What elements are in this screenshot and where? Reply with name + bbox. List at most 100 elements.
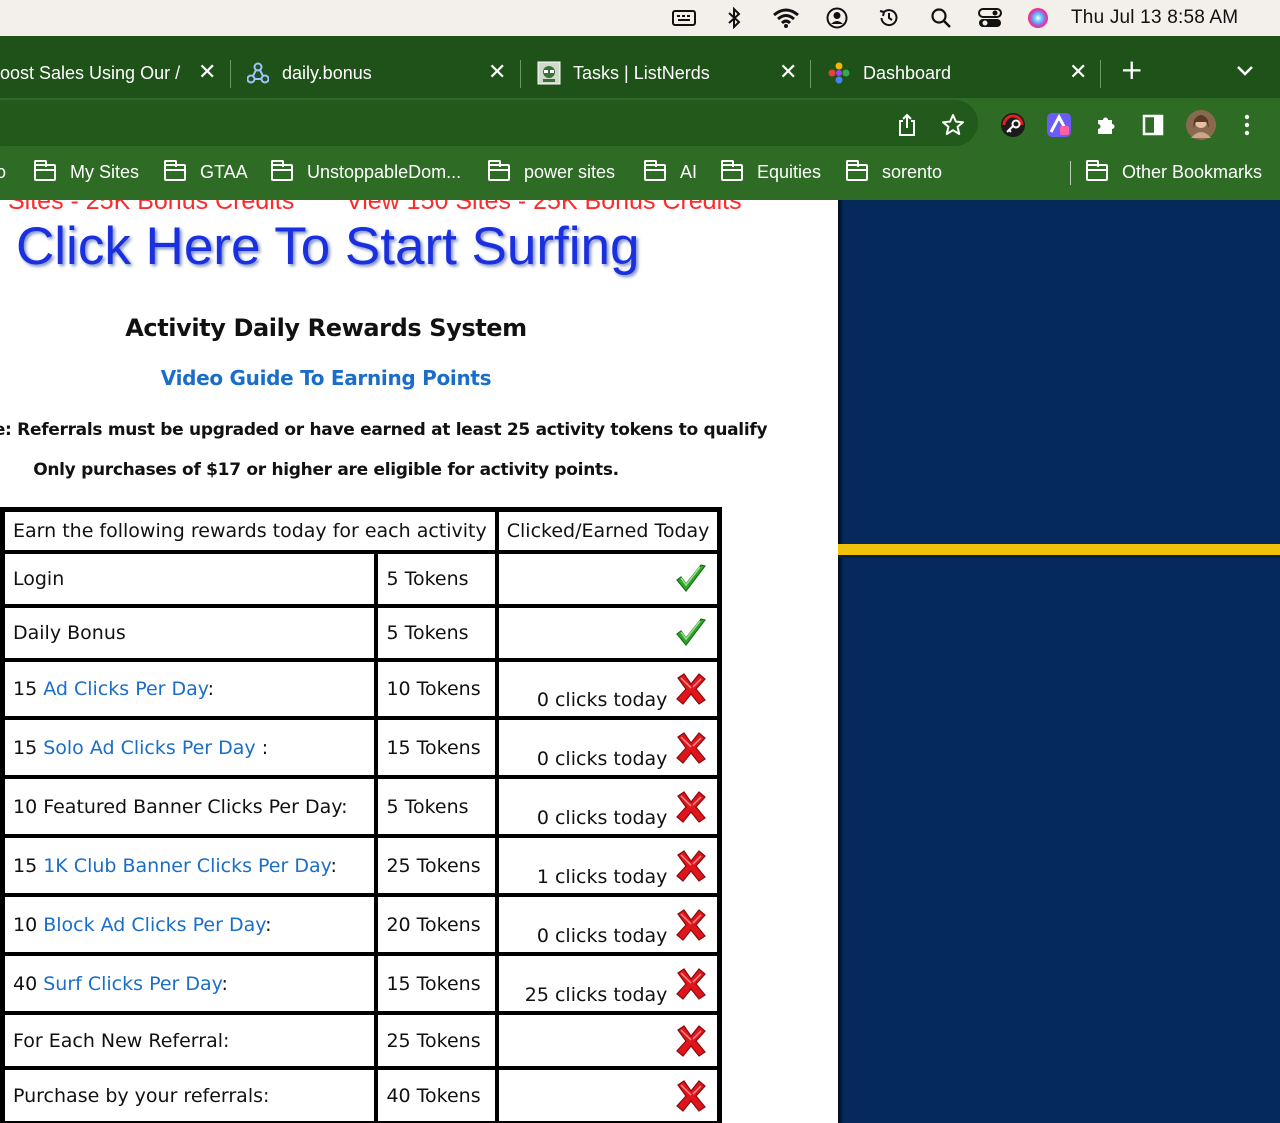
bookmark-folder-unstoppable[interactable]: UnstoppableDom...	[271, 160, 461, 183]
bookmark-folder-gtaa[interactable]: GTAA	[164, 160, 248, 183]
password-extension-icon[interactable]	[1000, 112, 1026, 138]
tab-close-icon[interactable]: ✕	[779, 59, 797, 85]
activity-text: 15	[13, 854, 44, 877]
tab-search-chevron-icon[interactable]	[1237, 60, 1253, 81]
status-cell: 0 clicks today	[496, 895, 720, 954]
new-tab-button[interactable]: +	[1120, 56, 1143, 84]
bookmark-folder-other[interactable]: Other Bookmarks	[1086, 160, 1262, 183]
status-cell: 0 clicks today	[496, 718, 720, 777]
folder-icon	[34, 160, 56, 181]
tab-listnerds-tasks[interactable]: Tasks | ListNerds ✕	[537, 48, 809, 98]
tab-close-icon[interactable]: ✕	[198, 59, 216, 85]
status-cell: 1 clicks today	[496, 836, 720, 895]
activity-link[interactable]: Surf Clicks Per Day	[43, 973, 221, 995]
activity-cell: 10 Block Ad Clicks Per Day:	[3, 895, 377, 954]
user-account-icon[interactable]	[825, 7, 849, 29]
dashboard-icon	[827, 61, 851, 85]
chrome-menu-kebab-icon[interactable]	[1234, 112, 1260, 138]
keyboard-menu-icon[interactable]	[672, 7, 696, 29]
activity-link[interactable]: Ad Clicks Per Day	[43, 678, 207, 700]
color-extension-icon[interactable]	[1046, 112, 1072, 138]
bookmark-label: power sites	[524, 162, 616, 182]
tokens-cell: 10 Tokens	[376, 660, 497, 718]
activity-suffix: :	[330, 854, 337, 877]
tab-separator	[1100, 60, 1101, 88]
bookmark-folder-my-sites[interactable]: My Sites	[34, 160, 139, 183]
bookmark-star-icon[interactable]	[940, 112, 966, 138]
bookmark-folder-sorento[interactable]: sorento	[846, 160, 943, 183]
tab-close-icon[interactable]: ✕	[1069, 59, 1087, 85]
click-count: 0 clicks today	[536, 747, 668, 770]
red-x-icon	[675, 1024, 707, 1058]
banner-text-partial-right[interactable]: View 150 Sites - 25K Bonus Credits	[346, 200, 742, 216]
activity-link[interactable]: Block Ad Clicks Per Day	[43, 914, 265, 936]
tab-separator	[810, 60, 811, 88]
activity-link[interactable]: 1K Club Banner Clicks Per Day	[43, 855, 330, 877]
bookmark-label: sorento	[882, 162, 943, 182]
side-panel-icon[interactable]	[1140, 112, 1166, 138]
header-activity: Earn the following rewards today for eac…	[3, 510, 497, 552]
right-sidebar-panel	[838, 200, 1280, 1123]
red-x-icon	[675, 967, 707, 1001]
bookmarks-divider	[1070, 161, 1071, 185]
reward-row: 15 Solo Ad Clicks Per Day : 15 Tokens 0 cl…	[3, 718, 720, 777]
bluetooth-icon[interactable]	[722, 7, 746, 29]
red-x-icon	[675, 849, 707, 883]
status-cell	[496, 606, 720, 660]
tokens-cell: 5 Tokens	[376, 552, 497, 606]
reward-row: 40 Surf Clicks Per Day: 15 Tokens 25 click…	[3, 954, 720, 1013]
activity-text: Daily Bonus	[13, 622, 126, 644]
spotlight-search-icon[interactable]	[929, 7, 953, 29]
red-x-icon	[675, 672, 707, 706]
reward-row: Daily Bonus 5 Tokens	[3, 606, 720, 660]
tokens-cell: 15 Tokens	[376, 718, 497, 777]
activity-suffix: :	[255, 736, 269, 759]
bookmark-item-partial[interactable]: o	[0, 162, 6, 183]
tab-dashboard[interactable]: Dashboard ✕	[827, 48, 1099, 98]
tokens-cell: 20 Tokens	[376, 895, 497, 954]
extensions-puzzle-icon[interactable]	[1093, 112, 1119, 138]
video-guide-link[interactable]: Video Guide To Earning Points	[0, 366, 652, 390]
activity-cell: For Each New Referral:	[3, 1013, 377, 1068]
bookmark-folder-equities[interactable]: Equities	[721, 160, 822, 183]
header-status: Clicked/Earned Today	[496, 510, 720, 552]
share-icon[interactable]	[894, 112, 920, 138]
activity-link[interactable]: Solo Ad Clicks Per Day	[43, 737, 255, 759]
tab-close-icon[interactable]: ✕	[488, 59, 506, 85]
time-machine-icon[interactable]	[877, 7, 901, 29]
tab-title: Tasks | ListNerds	[573, 62, 710, 83]
tab-boost-sales[interactable]: oost Sales Using Our / ✕	[0, 48, 228, 98]
red-x-icon	[675, 1079, 707, 1113]
click-count: 25 clicks today	[524, 983, 668, 1006]
control-center-icon[interactable]	[978, 7, 1002, 29]
profile-avatar[interactable]	[1186, 110, 1216, 140]
bookmark-folder-ai[interactable]: AI	[644, 160, 697, 183]
folder-icon	[644, 160, 666, 181]
bookmark-folder-power-sites[interactable]: power sites	[488, 160, 616, 183]
address-bar[interactable]	[0, 100, 978, 146]
click-count: 0 clicks today	[536, 806, 668, 829]
banner-text-partial-left[interactable]: Sites - 25K Bonus Credits	[8, 200, 294, 216]
status-cell	[496, 1068, 720, 1123]
tokens-cell: 25 Tokens	[376, 1013, 497, 1068]
wifi-icon[interactable]	[772, 7, 800, 29]
activity-text: 15	[13, 736, 44, 759]
tab-daily-bonus[interactable]: daily.bonus ✕	[246, 48, 518, 98]
tab-title: daily.bonus	[282, 62, 372, 83]
reward-row: 15 Ad Clicks Per Day: 10 Tokens 0 clicks t…	[3, 660, 720, 718]
siri-icon[interactable]	[1026, 7, 1050, 29]
reward-row: For Each New Referral: 25 Tokens	[3, 1013, 720, 1068]
click-count: 0 clicks today	[536, 924, 668, 947]
activity-cell: Purchase by your referrals:	[3, 1068, 377, 1123]
activity-suffix: :	[265, 913, 272, 936]
menu-bar-clock[interactable]: Thu Jul 13 8:58 AM	[1071, 7, 1238, 29]
activity-cell: Login	[3, 552, 377, 606]
web-page-content: Sites - 25K Bonus Credits View 150 Sites…	[0, 200, 838, 1123]
tab-title: Dashboard	[863, 62, 952, 83]
start-surfing-link[interactable]: Click Here To Start Surfing	[16, 216, 639, 277]
activity-cell: 10 Featured Banner Clicks Per Day:	[3, 777, 377, 836]
bookmark-label: Equities	[757, 162, 822, 182]
reward-row: 10 Featured Banner Clicks Per Day: 5 Toke…	[3, 777, 720, 836]
gold-stripe-divider	[838, 544, 1280, 558]
rewards-table: Earn the following rewards today for eac…	[0, 507, 723, 1123]
